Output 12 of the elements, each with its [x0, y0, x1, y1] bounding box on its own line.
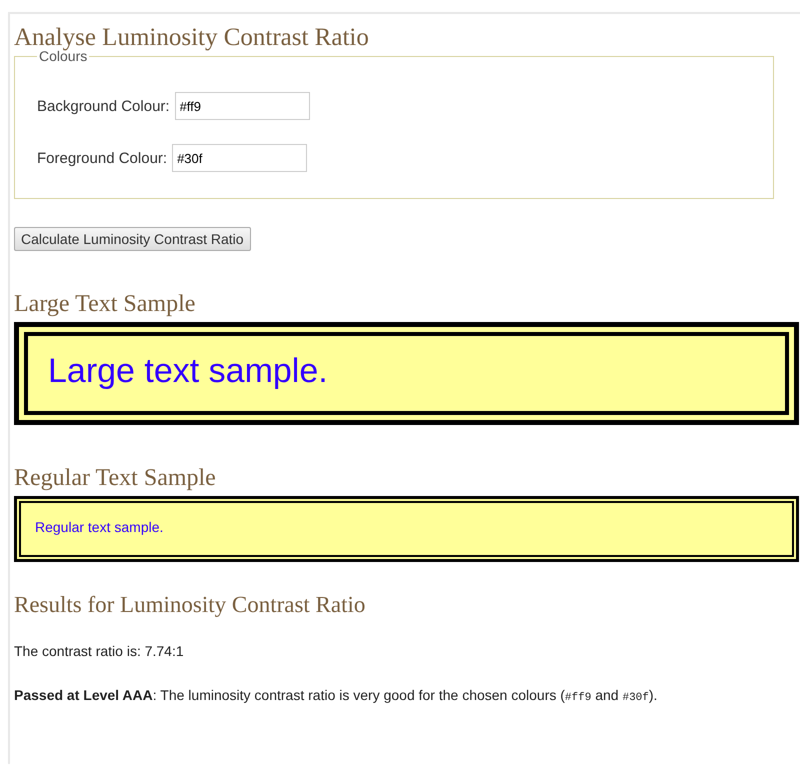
page-title: Analyse Luminosity Contrast Ratio	[14, 24, 370, 51]
input-field[interactable]: #30f	[172, 144, 308, 172]
sample-text: Regular text sample.	[35, 519, 164, 535]
field-label: Foreground Colour:	[37, 150, 168, 166]
input-field[interactable]: #ff9	[174, 92, 310, 120]
field-label: Background Colour:	[37, 98, 170, 114]
ratio-text: The contrast ratio is: 7.74:1	[14, 642, 185, 661]
section-heading: Results for Luminosity Contrast Ratio	[14, 592, 366, 618]
sample-text: Large text sample.	[48, 352, 328, 390]
section-heading: Regular Text Sample	[14, 465, 217, 492]
section-heading: Large Text Sample	[14, 291, 196, 318]
calculate-button[interactable]: Calculate Luminosity Contrast Ratio	[14, 227, 251, 251]
